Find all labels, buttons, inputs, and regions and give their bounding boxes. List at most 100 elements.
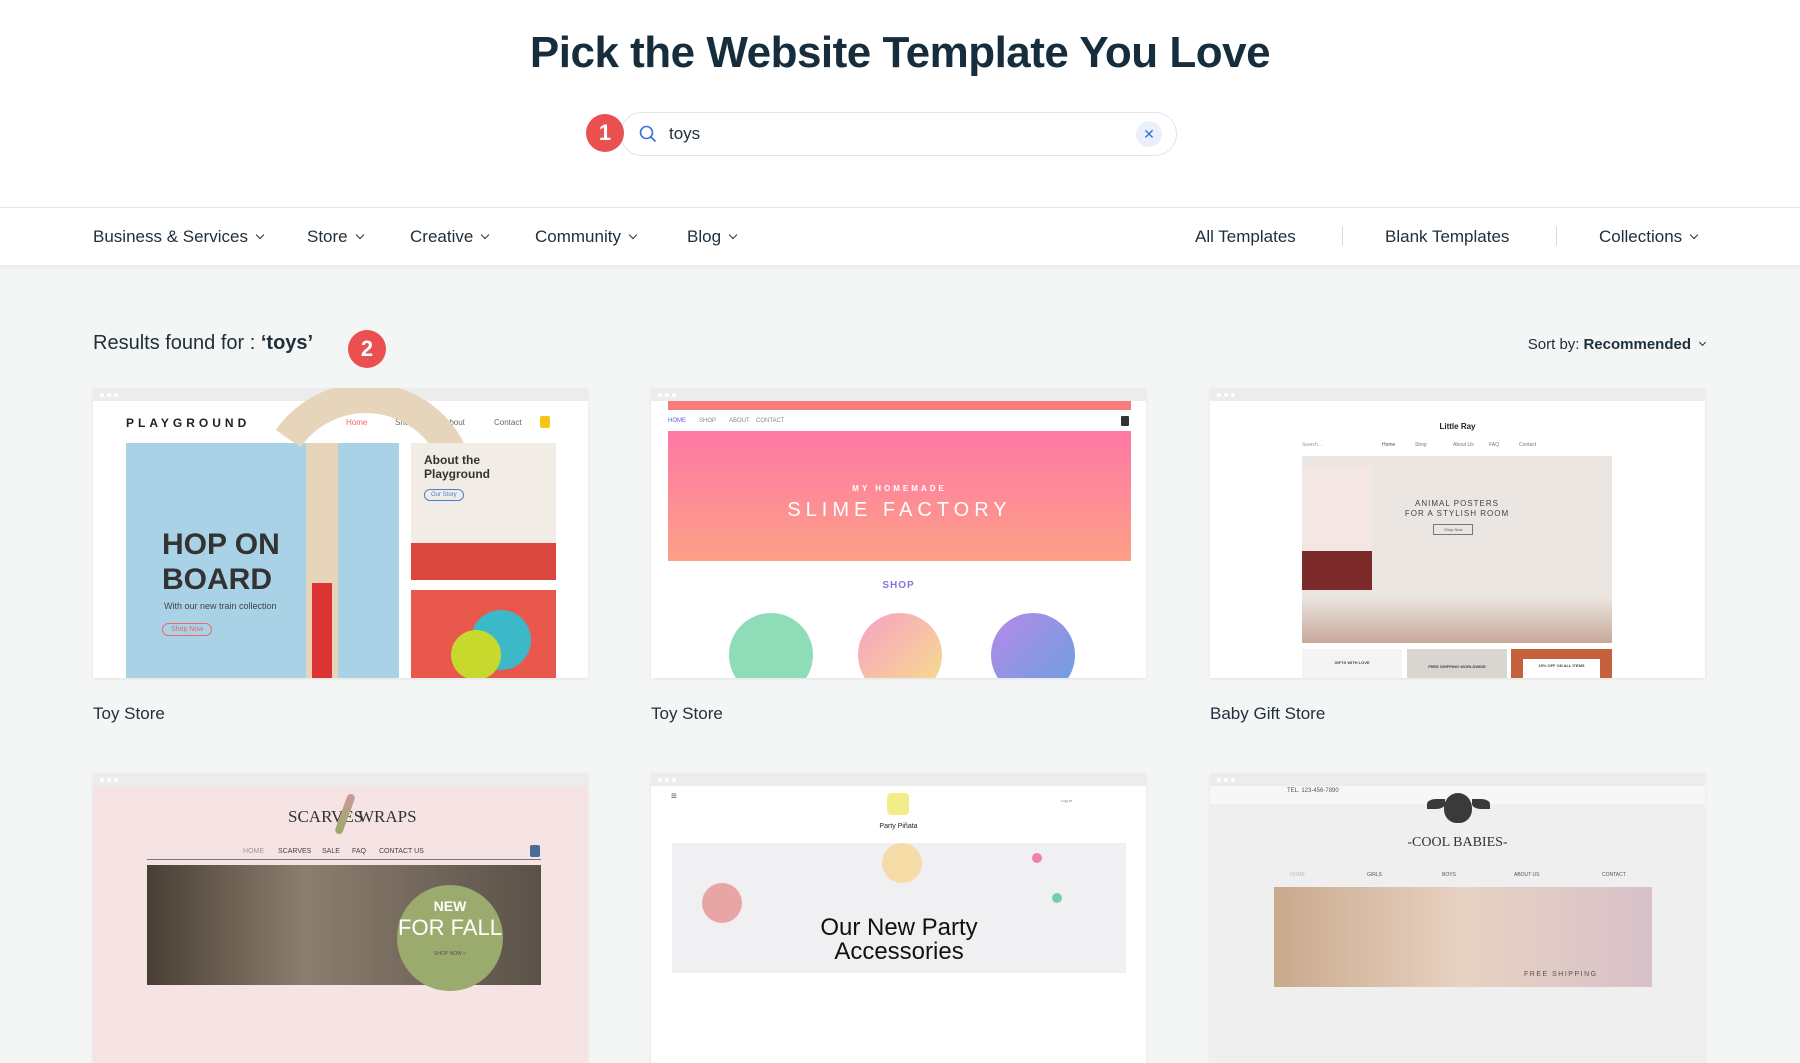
- template-card[interactable]: TEL. 123-456-7890 -COOL BABIES- HOME GIR…: [1210, 773, 1705, 1063]
- results-prefix: Results found for :: [93, 332, 261, 354]
- step-badge-1: 1: [586, 114, 624, 152]
- browser-chrome: [651, 388, 1146, 401]
- nav-label: Community: [535, 227, 621, 246]
- preview-side-cta: Our Story: [424, 489, 464, 501]
- close-icon: ✕: [1143, 125, 1155, 142]
- preview-login: Log In: [1061, 798, 1073, 803]
- step-badge-2: 2: [348, 330, 386, 368]
- preview-side-title: About the Playground: [424, 453, 491, 481]
- preview-search: Search...: [1302, 442, 1323, 448]
- template-card[interactable]: Little Ray Search... Home Shop About Us …: [1210, 388, 1705, 724]
- preview-nav: HOME: [1290, 872, 1305, 878]
- preview-nav: ABOUT US: [1514, 872, 1540, 878]
- template-preview[interactable]: PLAYGROUND Home Shop About Contact HOP O…: [93, 388, 588, 678]
- bear-logo-icon: [1444, 793, 1472, 823]
- category-nav: Business & Services Store Creative Commu…: [0, 207, 1800, 265]
- preview-nav: SALE: [322, 848, 340, 855]
- cart-icon: [1121, 416, 1129, 426]
- template-name[interactable]: Toy Store: [93, 704, 588, 724]
- preview-kicker: MY HOMEMADE: [852, 484, 947, 493]
- preview-nav: CONTACT US: [379, 848, 424, 855]
- chevron-down-icon: [255, 230, 265, 240]
- template-preview[interactable]: TEL. 123-456-7890 -COOL BABIES- HOME GIR…: [1210, 773, 1705, 1063]
- browser-chrome: [93, 773, 588, 786]
- preview-headline: HOP ON: [162, 528, 280, 561]
- preview-nav: Home: [1382, 442, 1396, 448]
- template-name[interactable]: Toy Store: [651, 704, 1146, 724]
- preview-hero: Our New Party Accessories: [672, 843, 1126, 973]
- nav-all-templates[interactable]: All Templates: [1195, 208, 1296, 266]
- preview-nav: HOME: [668, 418, 686, 424]
- preview-logo: SCARVES: [288, 807, 364, 826]
- browser-chrome: [651, 773, 1146, 786]
- preview-tile: 15% OFF ON ALL ITEMS: [1511, 649, 1612, 678]
- search-input[interactable]: [669, 124, 1136, 144]
- chevron-down-icon: [1698, 338, 1707, 347]
- sort-label: Sort by:: [1527, 336, 1580, 353]
- template-preview[interactable]: Little Ray Search... Home Shop About Us …: [1210, 388, 1705, 678]
- preview-nav: About Us: [1453, 442, 1474, 448]
- nav-collections[interactable]: Collections: [1599, 208, 1699, 266]
- preview-hero: MY HOMEMADE SLIME FACTORY: [668, 431, 1131, 561]
- preview-headline: Accessories: [834, 938, 964, 965]
- template-preview[interactable]: SCARVES WRAPS HOME SCARVES SALE FAQ CONT…: [93, 773, 588, 1063]
- preview-phone: TEL. 123-456-7890: [1287, 788, 1339, 794]
- search-bar[interactable]: ✕: [620, 112, 1177, 156]
- nav-label: Blog: [687, 227, 722, 246]
- preview-nav: CONTACT: [1602, 872, 1626, 878]
- menu-icon[interactable]: ≡: [671, 791, 677, 802]
- product-image: [729, 613, 813, 678]
- nav-blank-templates[interactable]: Blank Templates: [1385, 208, 1509, 266]
- results-query: ‘toys’: [260, 332, 314, 354]
- preview-side-panel: About the Playground Our Story: [411, 443, 556, 580]
- preview-tile: FREE SHIPPING WORLDWIDE: [1407, 649, 1507, 678]
- search-icon: [639, 125, 657, 143]
- template-name[interactable]: Baby Gift Store: [1210, 704, 1705, 724]
- nav-community[interactable]: Community: [535, 208, 638, 266]
- browser-chrome: [1210, 388, 1705, 401]
- preview-logo: WRAPS: [358, 807, 417, 826]
- preview-cta: Shop Now: [162, 623, 213, 636]
- nav-creative[interactable]: Creative: [410, 208, 490, 266]
- cart-icon: [540, 416, 550, 428]
- preview-headline: BOARD: [162, 563, 272, 596]
- nav-blog[interactable]: Blog: [687, 208, 738, 266]
- preview-nav: HOME: [243, 848, 264, 855]
- preview-nav: CONTACT: [756, 418, 785, 424]
- results-heading: Results found for : ‘toys’: [93, 332, 313, 355]
- sort-dropdown[interactable]: Sort by: Recommended: [1527, 336, 1707, 353]
- pinata-logo-icon: [887, 793, 909, 815]
- preview-tile: GIFTS WITH LOVE: [1302, 649, 1402, 678]
- preview-headline: FOR A STYLISH ROOM: [1404, 509, 1510, 518]
- nav-divider: [1342, 226, 1343, 246]
- template-preview[interactable]: ≡ Party Piñata Log In Our New Party Acce…: [651, 773, 1146, 1063]
- template-card[interactable]: SCARVES WRAPS HOME SCARVES SALE FAQ CONT…: [93, 773, 588, 1063]
- preview-logo: PLAYGROUND: [126, 416, 251, 430]
- preview-nav: FAQ: [1489, 442, 1500, 448]
- nav-store[interactable]: Store: [307, 208, 364, 266]
- template-card[interactable]: PLAYGROUND Home Shop About Contact HOP O…: [93, 388, 588, 724]
- template-card[interactable]: HOME SHOP ABOUT CONTACT MY HOMEMADE SLIM…: [651, 388, 1146, 724]
- preview-cta: Shop Now: [1433, 524, 1474, 535]
- preview-badge-text: FOR FALL: [398, 915, 502, 940]
- page-title: Pick the Website Template You Love: [529, 28, 1271, 77]
- nav-business-services[interactable]: Business & Services: [93, 208, 265, 266]
- preview-logo: -COOL BABIES-: [1407, 835, 1508, 850]
- announcement-bar: [668, 401, 1131, 410]
- preview-hero: ANIMAL POSTERS FOR A STYLISH ROOM Shop N…: [1302, 456, 1612, 643]
- preview-nav: BOYS: [1442, 872, 1456, 878]
- nav-divider: [1556, 226, 1557, 246]
- template-card[interactable]: ≡ Party Piñata Log In Our New Party Acce…: [651, 773, 1146, 1063]
- template-preview[interactable]: HOME SHOP ABOUT CONTACT MY HOMEMADE SLIM…: [651, 388, 1146, 678]
- chevron-down-icon: [728, 230, 738, 240]
- preview-nav: SCARVES: [278, 848, 312, 855]
- product-image: [858, 613, 942, 678]
- preview-cta: SHOP NOW »: [434, 951, 466, 957]
- nav-label: Business & Services: [93, 227, 248, 246]
- preview-logo: Party Piñata: [879, 823, 918, 830]
- preview-nav: ABOUT: [729, 418, 750, 424]
- browser-chrome: [1210, 773, 1705, 786]
- preview-nav: Contact: [1519, 442, 1537, 448]
- clear-search-button[interactable]: ✕: [1136, 121, 1162, 147]
- preview-headline: SLIME FACTORY: [787, 499, 1012, 521]
